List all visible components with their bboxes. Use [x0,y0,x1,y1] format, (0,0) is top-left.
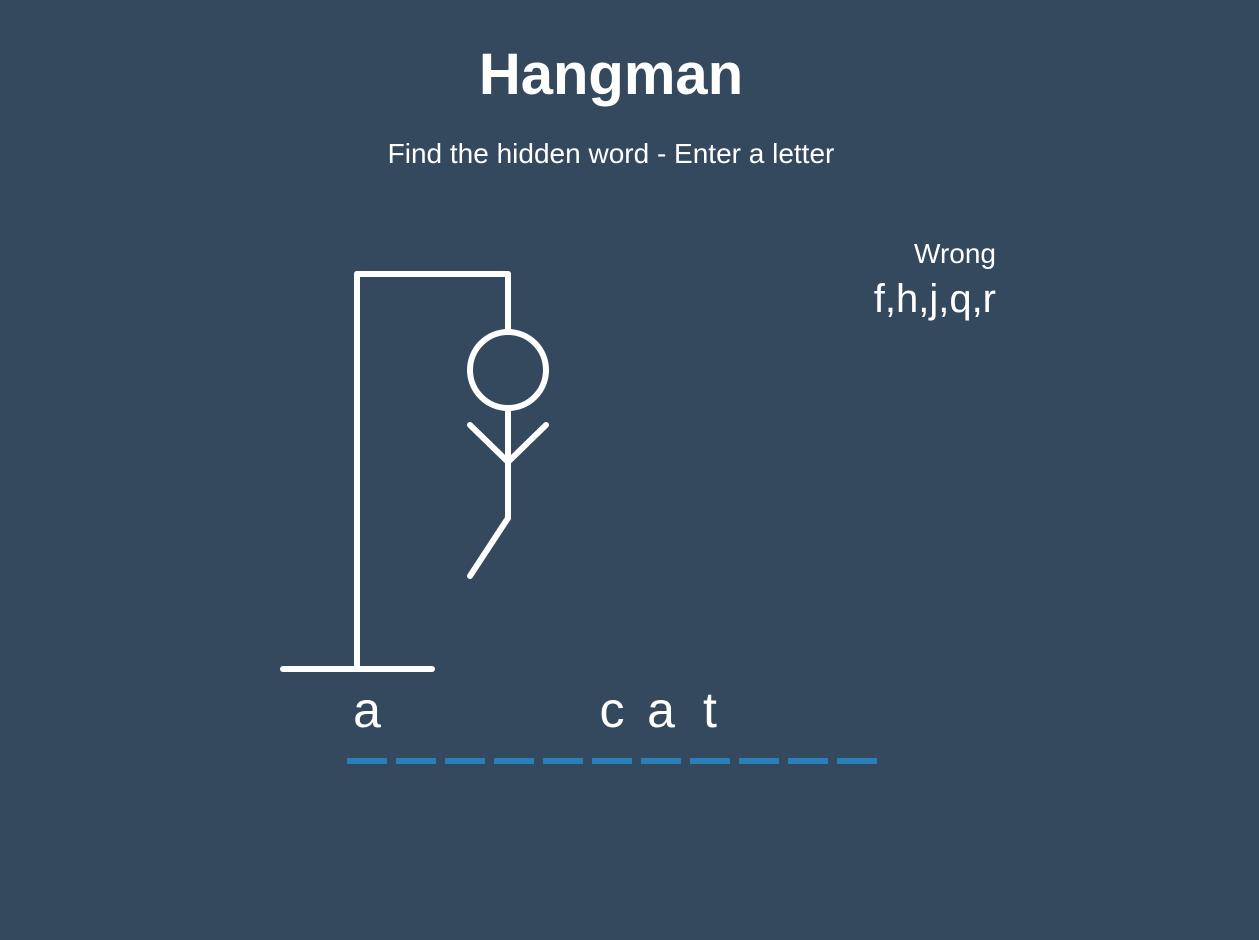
letter-slot: c [592,680,632,764]
figure-left-arm [467,422,511,465]
letter-slot [494,680,534,764]
letter-slot [788,680,828,764]
letter-slot [445,680,485,764]
letter-slot: a [641,680,681,764]
game-instructions: Find the hidden word - Enter a letter [387,138,835,169]
wrong-letters-label: Wrong [914,238,996,269]
wrong-letters-panel: Wrong f,h,j,q,r [776,236,996,324]
wrong-letters-list: f,h,j,q,r [873,277,996,321]
game-title: Hangman [478,42,744,107]
letter-slot [739,680,779,764]
letter-slot [837,680,877,764]
letter-slot: t [690,680,730,764]
figure-head [467,329,549,411]
letter-slot [396,680,436,764]
hidden-word: acat [347,680,877,764]
figure-left-leg [467,515,511,579]
figure-right-arm [505,422,549,465]
letter-slot [543,680,583,764]
letter-slot: a [347,680,387,764]
